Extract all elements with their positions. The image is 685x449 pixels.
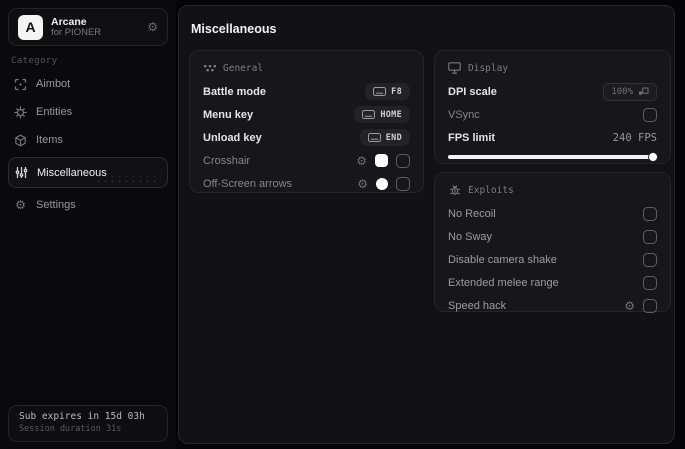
sidebar-item-label: Entities <box>36 106 73 118</box>
keybind-badge[interactable]: F8 <box>365 83 410 100</box>
exploits-panel: Exploits No Recoil No Sway Disable camer… <box>434 172 671 313</box>
setting-label: No Recoil <box>448 207 496 220</box>
monitor-icon <box>448 62 461 75</box>
panel-header: General <box>223 62 264 74</box>
sidebar-nav: Aimbot Entities Items Miscellaneous ⚙ Se… <box>0 70 176 219</box>
setting-label: VSync <box>448 108 480 121</box>
no-sway-checkbox[interactable] <box>643 229 657 244</box>
sidebar: A Arcane for PIONER ⚙ Category Aimbot En… <box>0 0 176 449</box>
keybind-badge[interactable]: END <box>359 129 410 146</box>
setting-label: No Sway <box>448 230 493 243</box>
setting-label: Extended melee range <box>448 276 559 289</box>
sidebar-item-aimbot[interactable]: Aimbot <box>8 70 168 98</box>
bug-icon <box>448 184 461 197</box>
setting-row-speed-hack: Speed hack ⚙ <box>448 294 657 317</box>
crosshair-icon <box>14 78 27 91</box>
keybind-badge[interactable]: HOME <box>354 106 410 123</box>
keyboard-icon <box>362 110 376 119</box>
panel-header: Display <box>468 62 509 74</box>
setting-label: DPI scale <box>448 85 497 98</box>
no-recoil-checkbox[interactable] <box>643 206 657 221</box>
setting-label: Speed hack <box>448 299 507 312</box>
sidebar-item-miscellaneous[interactable]: Miscellaneous <box>8 157 168 188</box>
setting-label: FPS limit <box>448 131 496 144</box>
setting-row-crosshair: Crosshair ⚙ <box>203 149 410 172</box>
crosshair-options-gear-icon[interactable]: ⚙ <box>356 155 367 167</box>
setting-row-fps-limit: FPS limit 240 FPS <box>448 126 657 149</box>
fps-limit-slider[interactable] <box>448 152 657 162</box>
setting-row-disable-camera-shake: Disable camera shake <box>448 248 657 271</box>
scale-icon <box>639 87 649 95</box>
sub-expiry-text: Sub expires in 15d 03h <box>19 411 145 422</box>
offscreen-arrows-checkbox[interactable] <box>396 176 410 191</box>
setting-row-no-recoil: No Recoil <box>448 202 657 225</box>
fps-limit-value: 240 FPS <box>612 131 657 144</box>
setting-row-vsync: VSync <box>448 103 657 126</box>
vsync-checkbox[interactable] <box>643 107 657 122</box>
gear-icon: ⚙ <box>15 198 26 212</box>
app-settings-gear-icon[interactable]: ⚙ <box>147 21 158 33</box>
keyboard-icon <box>373 87 387 96</box>
display-panel: Display DPI scale 100% VSync FPS limit 2… <box>434 50 671 164</box>
session-duration-text: Session duration 31s <box>19 424 122 434</box>
category-label: Category <box>11 56 58 66</box>
setting-label: Disable camera shake <box>448 253 557 266</box>
sidebar-item-label: Settings <box>36 199 76 211</box>
dpi-scale-select[interactable]: 100% <box>603 82 657 101</box>
sidebar-item-label: Aimbot <box>36 78 71 90</box>
app-titles: Arcane for PIONER <box>51 16 139 39</box>
setting-label: Battle mode <box>203 85 266 98</box>
page-title: Miscellaneous <box>191 22 277 36</box>
grid-icon <box>203 62 216 75</box>
sidebar-item-label: Items <box>36 134 63 146</box>
setting-label: Crosshair <box>203 154 251 167</box>
entities-icon <box>14 105 27 119</box>
app-name: Arcane <box>51 15 87 28</box>
speed-hack-checkbox[interactable] <box>643 298 657 313</box>
setting-row-battle-mode: Battle mode F8 <box>203 80 410 103</box>
sidebar-item-entities[interactable]: Entities <box>8 98 168 126</box>
setting-label: Menu key <box>203 108 254 121</box>
setting-row-no-sway: No Sway <box>448 225 657 248</box>
crosshair-checkbox[interactable] <box>396 153 410 168</box>
slider-knob[interactable] <box>649 153 657 161</box>
setting-label: Unload key <box>203 131 262 144</box>
general-panel: General Battle mode F8 Menu key HOME Unl… <box>189 50 424 193</box>
panel-header: Exploits <box>468 184 514 196</box>
subscription-card: Sub expires in 15d 03h Session duration … <box>8 405 168 442</box>
setting-row-menu-key: Menu key HOME <box>203 103 410 126</box>
slider-track <box>448 155 657 159</box>
setting-row-extended-melee-range: Extended melee range <box>448 271 657 294</box>
main-window: Miscellaneous General Battle mode F8 Men… <box>178 5 675 444</box>
setting-label: Off-Screen arrows <box>203 177 293 190</box>
sidebar-item-items[interactable]: Items <box>8 126 168 154</box>
color-swatch[interactable] <box>375 154 388 167</box>
arrows-options-gear-icon[interactable]: ⚙ <box>357 178 368 190</box>
extended-melee-range-checkbox[interactable] <box>643 275 657 290</box>
setting-row-dpi-scale: DPI scale 100% <box>448 80 657 103</box>
app-card: A Arcane for PIONER ⚙ <box>8 8 168 46</box>
setting-row-offscreen-arrows: Off-Screen arrows ⚙ <box>203 172 410 195</box>
package-icon <box>14 134 27 147</box>
dots-decoration <box>95 174 161 184</box>
app-logo: A <box>18 14 43 40</box>
disable-camera-shake-checkbox[interactable] <box>643 252 657 267</box>
sliders-icon <box>15 166 28 179</box>
sidebar-item-settings[interactable]: ⚙ Settings <box>8 191 168 219</box>
speed-hack-options-gear-icon[interactable]: ⚙ <box>624 300 635 312</box>
color-swatch[interactable] <box>376 177 388 190</box>
keyboard-icon <box>367 133 381 142</box>
setting-row-unload-key: Unload key END <box>203 126 410 149</box>
app-subtitle: for PIONER <box>51 26 102 38</box>
